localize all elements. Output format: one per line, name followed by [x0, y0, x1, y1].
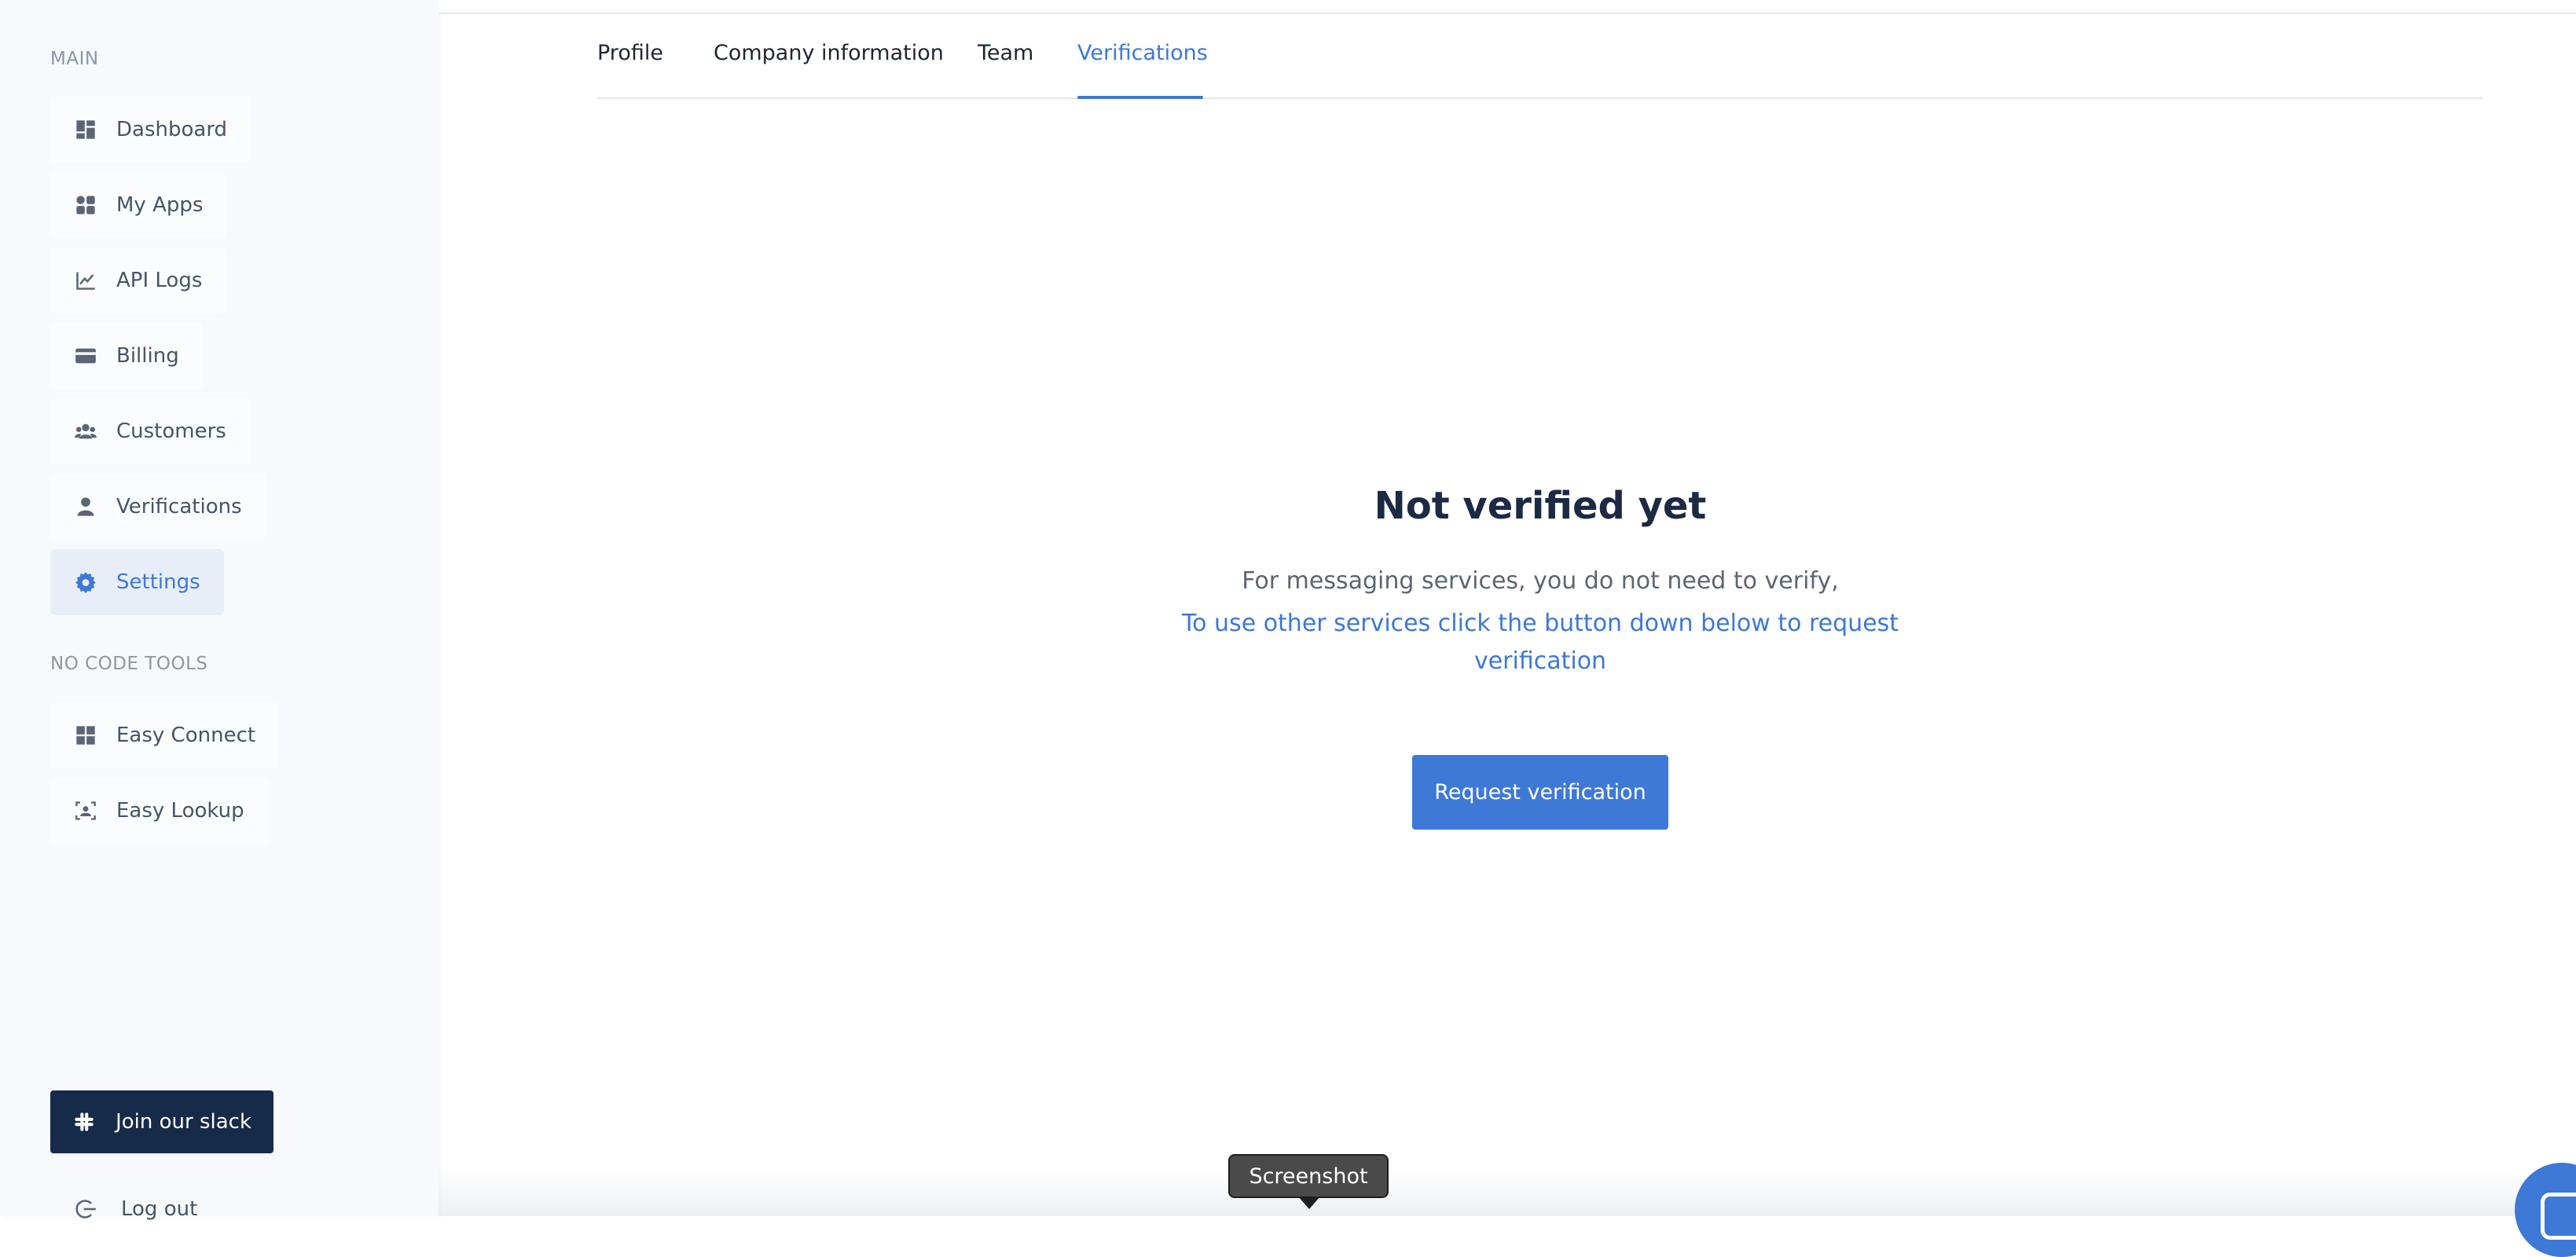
- top-bar-edge: [439, 0, 2576, 14]
- sidebar-item-label: Verifications: [116, 495, 242, 519]
- logout-button[interactable]: Log out: [74, 1197, 197, 1221]
- sidebar-item-settings[interactable]: Settings: [50, 549, 224, 615]
- sidebar-item-label: Billing: [116, 344, 179, 368]
- join-slack-label: Join our slack: [116, 1110, 251, 1134]
- users-icon: [74, 420, 97, 443]
- sidebar-item-label: Easy Connect: [116, 724, 256, 747]
- empty-state-title: Not verified yet: [1374, 484, 1707, 528]
- tab-company-information[interactable]: Company information: [714, 41, 944, 65]
- empty-state-hint: To use other services click the button d…: [1181, 610, 1899, 675]
- tab-verifications[interactable]: Verifications: [1077, 41, 1208, 65]
- sidebar-item-label: My Apps: [116, 193, 204, 217]
- sidebar-item-easy-lookup[interactable]: Easy Lookup: [50, 778, 268, 844]
- bottom-fade: [439, 1169, 2576, 1216]
- sidebar-item-label: Dashboard: [116, 118, 228, 141]
- sidebar-item-label: API Logs: [116, 269, 203, 292]
- grid-icon: [74, 724, 97, 747]
- sidebar-item-verifications[interactable]: Verifications: [50, 474, 266, 540]
- active-tab-indicator: [1077, 96, 1203, 99]
- join-slack-button[interactable]: Join our slack: [50, 1090, 273, 1153]
- sidebar-item-label: Easy Lookup: [116, 799, 244, 823]
- logout-label: Log out: [121, 1197, 198, 1221]
- chat-icon: [2541, 1193, 2576, 1240]
- credit-card-icon: [74, 344, 97, 368]
- sidebar: MAIN Dashboard My Apps API Logs Billing …: [0, 0, 439, 1221]
- dashboard-icon: [74, 118, 97, 141]
- sidebar-item-label: Settings: [116, 570, 200, 594]
- tab-team[interactable]: Team: [978, 41, 1033, 65]
- chart-line-icon: [74, 269, 97, 292]
- tooltip-arrow: [1298, 1197, 1320, 1209]
- empty-state-message: For messaging services, you do not need …: [1242, 567, 1839, 595]
- section-label-no-code-tools: NO CODE TOOLS: [50, 654, 208, 674]
- sidebar-item-easy-connect[interactable]: Easy Connect: [50, 702, 280, 768]
- logout-icon: [74, 1197, 97, 1221]
- slack-icon: [72, 1110, 95, 1134]
- screenshot-tooltip: Screenshot: [1228, 1154, 1389, 1198]
- request-verification-button[interactable]: Request verification: [1412, 755, 1668, 830]
- sidebar-item-api-logs[interactable]: API Logs: [50, 247, 226, 313]
- sidebar-item-my-apps[interactable]: My Apps: [50, 172, 227, 238]
- sidebar-item-dashboard[interactable]: Dashboard: [50, 97, 251, 163]
- tab-profile[interactable]: Profile: [597, 41, 663, 65]
- sidebar-item-billing[interactable]: Billing: [50, 323, 203, 389]
- sidebar-item-label: Customers: [116, 420, 226, 443]
- section-label-main: MAIN: [50, 49, 99, 69]
- user-icon: [74, 495, 97, 519]
- apps-icon: [74, 193, 97, 217]
- sidebar-item-customers[interactable]: Customers: [50, 398, 250, 464]
- gear-icon: [74, 570, 97, 594]
- settings-tabs: Profile Company information Team Verific…: [597, 24, 2483, 99]
- lookup-icon: [74, 799, 97, 823]
